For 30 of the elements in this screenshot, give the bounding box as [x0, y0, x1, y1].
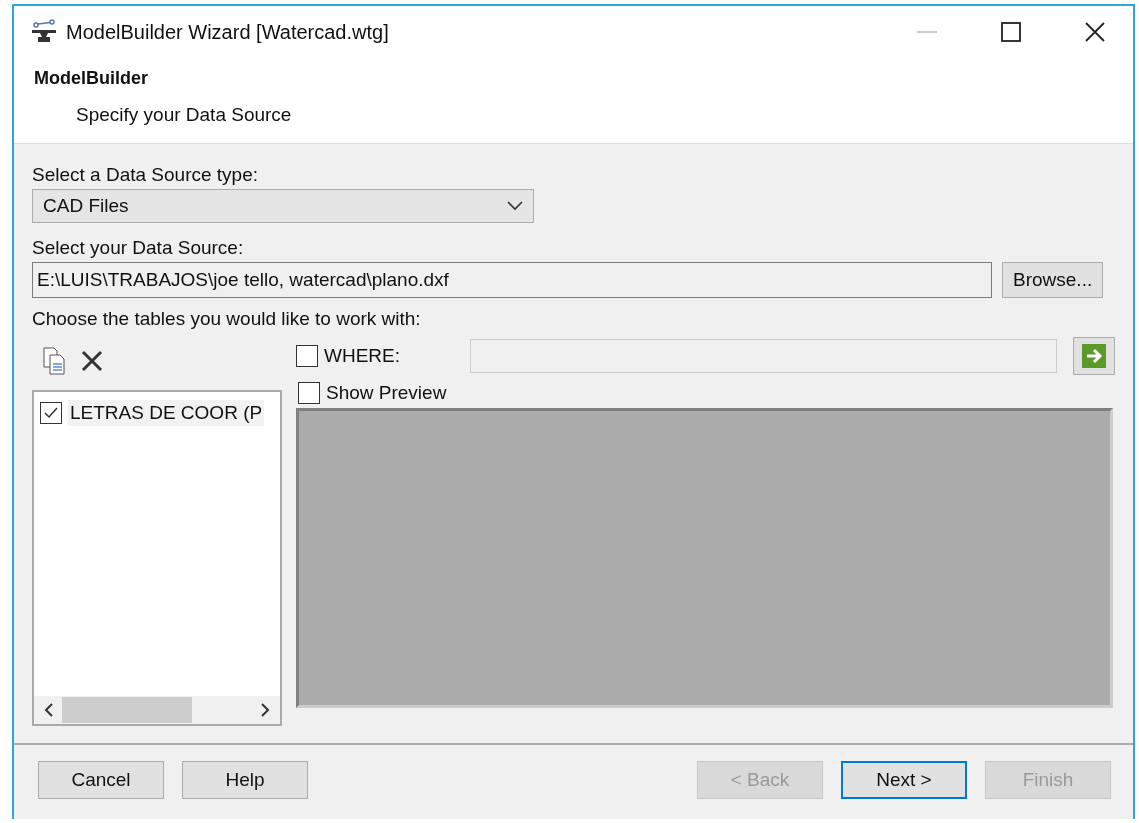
maximize-icon[interactable] — [1001, 22, 1021, 42]
field-label: Select your Data Source: — [32, 237, 245, 259]
field-label: Select a Data Source type: — [32, 164, 259, 186]
where-field[interactable] — [470, 339, 1057, 373]
footer-button[interactable]: Help — [182, 761, 308, 799]
checkbox-label: WHERE: — [324, 345, 401, 367]
horizontal-scrollbar[interactable] — [34, 696, 280, 724]
copy-icon[interactable] — [42, 346, 66, 376]
anvil-icon — [30, 19, 58, 45]
footer-button[interactable]: Cancel — [38, 761, 164, 799]
field-label: Choose the tables you would like to work with: — [32, 308, 422, 330]
close-icon[interactable] — [1085, 22, 1105, 42]
where-checkbox[interactable] — [296, 345, 318, 367]
window-title: ModelBuilder Wizard [Watercad.wtg] — [66, 20, 389, 44]
chevron-icon — [507, 201, 523, 211]
page-subtitle: Specify your Data Source — [76, 104, 293, 126]
source-path-field[interactable]: E:\LUIS\TRABAJOS\joe tello, watercad\plano.dxf — [32, 262, 992, 298]
source-type-dropdown[interactable]: CAD Files — [32, 189, 534, 223]
scroll-left-icon[interactable] — [44, 703, 54, 717]
browse-button[interactable]: Browse... — [1002, 262, 1104, 298]
apply-button[interactable] — [1073, 337, 1115, 375]
page-title: ModelBuilder — [34, 68, 149, 89]
delete-icon[interactable] — [80, 349, 104, 373]
scroll-right-icon[interactable] — [260, 703, 270, 717]
footer-button[interactable]: Next > — [841, 761, 967, 799]
arrow-right-icon — [1082, 344, 1106, 368]
preview-checkbox[interactable] — [298, 382, 320, 404]
table-checkbox[interactable] — [40, 402, 62, 424]
checkbox-label: Show Preview — [326, 382, 447, 404]
table-item[interactable]: LETRAS DE COOR (P — [68, 400, 265, 426]
